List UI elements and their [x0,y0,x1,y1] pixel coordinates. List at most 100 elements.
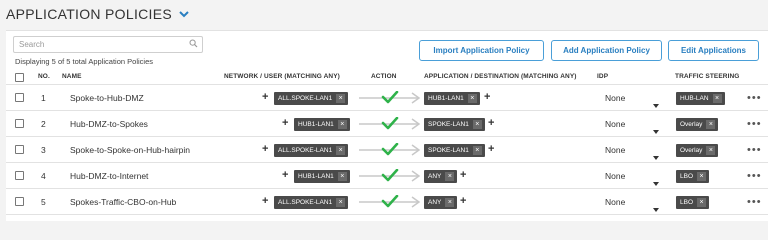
row-checkbox[interactable] [15,145,24,154]
caret-down-icon[interactable] [653,199,659,217]
col-header-action: ACTION [371,73,397,80]
remove-tag-icon[interactable]: × [697,198,707,207]
policy-name[interactable]: Spokes-Traffic-CBO-on-Hub [70,197,176,207]
remove-tag-icon[interactable]: × [337,172,347,181]
more-options-icon[interactable]: ••• [747,145,762,156]
col-header-traffic-steering: TRAFFIC STEERING [675,73,740,80]
remove-tag-icon[interactable]: × [472,146,482,155]
add-application-icon[interactable]: + [488,118,494,129]
application-tag-label: ANY [428,199,442,206]
network-tag[interactable]: ALL.SPOKE-LAN1 × [274,92,349,105]
remove-tag-icon[interactable]: × [706,146,716,155]
remove-tag-icon[interactable]: × [336,94,346,103]
traffic-steering-label: LBO [680,199,694,206]
page-header: APPLICATION POLICIES [6,4,189,24]
add-network-icon[interactable]: + [262,196,268,207]
search-placeholder: Search [19,40,45,49]
row-number: 5 [41,197,46,207]
add-application-icon[interactable]: + [460,170,466,181]
idp-select[interactable]: None [605,119,625,129]
add-network-icon[interactable]: + [282,118,288,129]
remove-tag-icon[interactable]: × [697,172,707,181]
network-tag[interactable]: ALL.SPOKE-LAN1 × [274,144,349,157]
policy-name[interactable]: Spoke-to-Spoke-on-Hub-hairpin [70,145,190,155]
idp-select[interactable]: None [605,93,625,103]
row-number: 4 [41,171,46,181]
application-tag-label: ANY [428,173,442,180]
application-tag[interactable]: HUB1-LAN1 × [424,92,480,105]
allow-action-icon[interactable] [358,142,422,157]
col-header-no: NO. [38,73,50,80]
application-tag[interactable]: ANY × [424,170,458,183]
network-tag-label: HUB1-LAN1 [298,121,334,128]
application-tag[interactable]: ANY × [424,196,458,209]
application-tag-label: SPOKE-LAN1 [428,147,469,154]
remove-tag-icon[interactable]: × [445,172,455,181]
traffic-steering-tag[interactable]: LBO × [676,196,710,209]
remove-tag-icon[interactable]: × [445,198,455,207]
table-row: 3 Spoke-to-Spoke-on-Hub-hairpin + ALL.SPOKE… [6,137,768,163]
row-checkbox[interactable] [15,171,24,180]
more-options-icon[interactable]: ••• [747,93,762,104]
policy-name[interactable]: Hub-DMZ-to-Internet [70,171,148,181]
result-count: Displaying 5 of 5 total Application Poli… [15,57,153,66]
col-header-network: NETWORK / USER (MATCHING ANY) [224,73,340,80]
allow-action-icon[interactable] [358,90,422,105]
allow-action-icon[interactable] [358,168,422,183]
traffic-steering-label: LBO [680,173,694,180]
table-row: 5 Spokes-Traffic-CBO-on-Hub + ALL.SPOKE-LAN… [6,189,768,215]
remove-tag-icon[interactable]: × [706,120,716,129]
network-tag-label: ALL.SPOKE-LAN1 [278,199,333,206]
add-application-icon[interactable]: + [484,92,490,103]
network-tag[interactable]: ALL.SPOKE-LAN1 × [274,196,349,209]
remove-tag-icon[interactable]: × [472,120,482,129]
network-tag-label: HUB1-LAN1 [298,173,334,180]
remove-tag-icon[interactable]: × [712,94,722,103]
remove-tag-icon[interactable]: × [336,146,346,155]
edit-applications-button[interactable]: Edit Applications [668,40,759,61]
row-number: 1 [41,93,46,103]
idp-select[interactable]: None [605,145,625,155]
idp-select[interactable]: None [605,197,625,207]
idp-select[interactable]: None [605,171,625,181]
add-network-icon[interactable]: + [262,92,268,103]
remove-tag-icon[interactable]: × [336,198,346,207]
add-network-icon[interactable]: + [282,170,288,181]
application-tag-label: SPOKE-LAN1 [428,121,469,128]
row-checkbox[interactable] [15,119,24,128]
add-network-icon[interactable]: + [262,144,268,155]
application-tag[interactable]: SPOKE-LAN1 × [424,118,485,131]
row-checkbox[interactable] [15,93,24,102]
search-input[interactable]: Search [13,36,203,53]
network-tag-label: ALL.SPOKE-LAN1 [278,95,333,102]
traffic-steering-tag[interactable]: LBO × [676,170,710,183]
row-checkbox[interactable] [15,197,24,206]
more-options-icon[interactable]: ••• [747,171,762,182]
remove-tag-icon[interactable]: × [337,120,347,129]
add-application-icon[interactable]: + [488,144,494,155]
add-application-icon[interactable]: + [460,196,466,207]
col-header-name: NAME [62,73,82,80]
traffic-steering-tag[interactable]: Overlay × [676,144,719,157]
network-tag[interactable]: HUB1-LAN1 × [294,170,350,183]
network-tag-label: ALL.SPOKE-LAN1 [278,147,333,154]
application-tag-label: HUB1-LAN1 [428,95,464,102]
traffic-steering-tag[interactable]: Overlay × [676,118,719,131]
traffic-steering-label: Overlay [680,147,703,154]
add-policy-button[interactable]: Add Application Policy [551,40,662,61]
import-policy-button[interactable]: Import Application Policy [419,40,544,61]
allow-action-icon[interactable] [358,194,422,209]
policy-name[interactable]: Spoke-to-Hub-DMZ [70,93,144,103]
select-all-checkbox[interactable] [15,73,24,82]
policy-name[interactable]: Hub-DMZ-to-Spokes [70,119,148,129]
search-icon [189,39,198,50]
chevron-down-icon[interactable] [179,9,189,19]
col-header-idp: IDP [597,73,609,80]
allow-action-icon[interactable] [358,116,422,131]
more-options-icon[interactable]: ••• [747,197,762,208]
more-options-icon[interactable]: ••• [747,119,762,130]
traffic-steering-tag[interactable]: HUB-LAN × [676,92,725,105]
remove-tag-icon[interactable]: × [467,94,477,103]
application-tag[interactable]: SPOKE-LAN1 × [424,144,485,157]
network-tag[interactable]: HUB1-LAN1 × [294,118,350,131]
